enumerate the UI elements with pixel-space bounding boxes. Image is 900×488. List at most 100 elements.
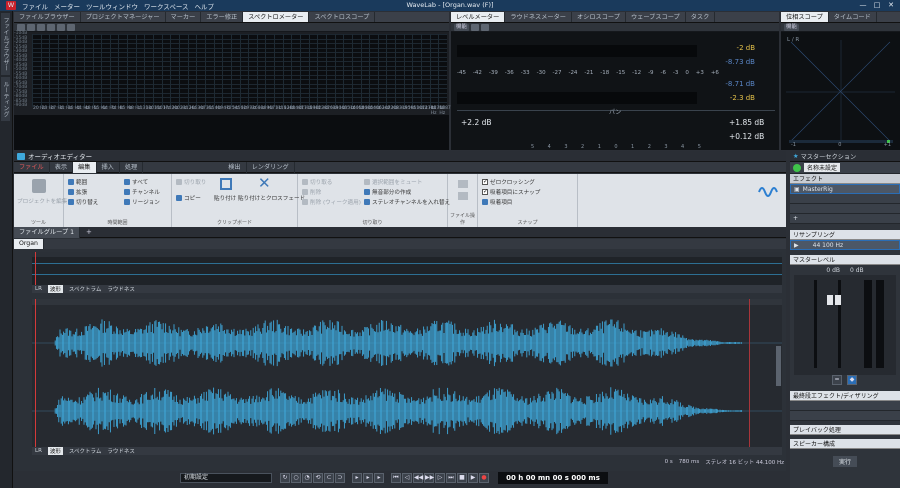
copy-button[interactable]: コピー [184,194,201,202]
play-to-icon[interactable]: ▸ [374,473,384,483]
paste-crossfade-button[interactable]: 貼り付けとクロスフェード [238,194,305,202]
main-tab-loudness[interactable]: ラウドネス [107,447,135,455]
final-effects-header[interactable]: 最終段エフェクト/ディザリング [790,391,900,401]
left-tab-routing[interactable]: ルーティング [1,77,10,121]
play-from-icon[interactable]: ▸ [363,473,373,483]
time-display[interactable]: 00 h 00 mn 00 s 000 ms [498,472,608,484]
refresh-icon[interactable] [37,23,45,31]
wavelab-logo-icon[interactable]: W [6,1,16,10]
file-op-icon-2[interactable] [458,192,468,200]
goto-end-icon[interactable]: ⏭ [446,473,456,483]
camera-icon[interactable] [57,23,65,31]
effects-header[interactable]: エフェクト [790,174,900,184]
ribbon-tab-analyze[interactable]: 検出 [223,161,247,173]
overview-lr[interactable]: LR [35,286,42,292]
goto-start-icon[interactable]: ⏮ [391,473,401,483]
file-group-tab[interactable]: ファイルグループ 1 [14,226,81,238]
main-tab-spectrum[interactable]: スペクトラム [69,447,101,455]
prev-marker-icon[interactable]: ◁ [402,473,412,483]
tab-loudness-meter[interactable]: ラウドネスメーター [505,12,572,22]
render-button[interactable]: 実行 [832,455,857,467]
check-icon[interactable] [471,23,480,31]
forward-icon[interactable]: ▶▶ [424,473,434,483]
stop-icon[interactable]: ■ [457,473,467,483]
menu-file[interactable]: ファイル [22,1,48,11]
snap-checkbox[interactable] [482,188,488,195]
status-zoom[interactable]: 780 ms [679,459,699,465]
toggle-button[interactable]: 切り替え [76,198,98,206]
ribbon-tab-render[interactable]: レンダリング [247,161,295,173]
overview-tab-spectrum[interactable]: スペクトラム [69,285,101,293]
delete-button[interactable]: 削除 [310,188,321,196]
pre-roll-icon[interactable]: ⊂ [324,473,334,483]
play-icon[interactable] [47,23,55,31]
post-roll-icon[interactable]: ⊃ [335,473,345,483]
phase-function-button[interactable]: 機能 [784,23,800,31]
play-icon[interactable]: ▶ [468,473,478,483]
maximize-button[interactable]: □ [870,0,884,11]
select-all-button[interactable]: すべて [132,178,148,186]
preset-name[interactable]: 名称未設定 [804,163,841,172]
check-icon[interactable] [27,23,35,31]
tab-spectroscope[interactable]: スペクトロスコープ [309,12,376,22]
tab-file-browser[interactable]: ファイルブラウザー [14,12,81,22]
waveform-display[interactable] [32,307,782,447]
play-range-icon[interactable]: ▸ [352,473,362,483]
tab-phase-scope[interactable]: 位相スコープ [781,12,829,22]
ribbon-tab-file[interactable]: ファイル [14,161,50,173]
tab-wavescope[interactable]: ウェーブスコープ [626,12,686,22]
function-button[interactable]: 機能 [454,23,470,31]
region-button[interactable]: リージョン [132,198,160,206]
fader-left[interactable] [827,295,833,305]
swap-channels-button[interactable]: ステレオチャンネルを入れ替え [372,198,450,206]
create-silence-button[interactable]: 無音部分の作成 [372,188,411,196]
ribbon-tab-insert[interactable]: 挿入 [97,161,120,173]
play-cursor[interactable] [35,299,36,447]
menu-meter[interactable]: メーター [54,1,80,11]
edit-project-button[interactable]: プロジェクトを編集 [17,197,67,205]
power-icon[interactable] [793,163,801,172]
overview-tab-loudness[interactable]: ラウドネス [107,285,135,293]
plugin-masterrig[interactable]: MasterRig [803,186,833,193]
loop-icon[interactable]: ↻ [280,473,290,483]
tab-timecode[interactable]: タイムコード [829,12,877,22]
file-tab-organ[interactable]: Organ [14,239,44,249]
overview-tab-waveform[interactable]: 波形 [47,285,63,293]
extend-button[interactable]: 拡張 [76,188,87,196]
close-button[interactable]: ✕ [884,0,898,11]
transport-preset-select[interactable]: 初期設定 [180,473,272,483]
record-mode-icon[interactable]: ◔ [302,473,312,483]
add-plugin-button[interactable]: + [790,214,900,224]
ribbon-tab-edit[interactable]: 編集 [73,161,97,173]
tab-error-correction[interactable]: エラー修正 [201,12,244,22]
trim-button[interactable]: 切り取る [310,178,332,186]
cut-button[interactable]: 切り取り [184,178,206,186]
playback-header[interactable]: プレイバック処理 [790,425,900,435]
lock-icon[interactable]: ◆ [847,375,857,385]
tab-marker[interactable]: マーカー [166,12,202,22]
minimize-button[interactable]: — [856,0,870,11]
range-button[interactable]: 範囲 [76,178,87,186]
refresh-icon[interactable] [481,23,490,31]
delete-weak-button[interactable]: 削除 (ウィーク適用) [310,198,361,206]
tab-oscilloscope[interactable]: オシロスコープ [572,12,626,22]
tab-project-manager[interactable]: プロジェクトマネージャー [81,12,166,22]
link-icon[interactable]: = [832,375,842,385]
rewind-icon[interactable]: ◀◀ [413,473,423,483]
vertical-scrollbar[interactable] [776,346,781,386]
record-icon[interactable]: ● [479,473,489,483]
zero-crossing-checkbox[interactable] [482,178,488,185]
menu-workspace[interactable]: ワークスペース [144,1,189,11]
main-lr[interactable]: LR [35,448,42,454]
settings-icon[interactable] [17,23,25,31]
copy-icon[interactable] [67,23,75,31]
repeat-icon[interactable]: ⟲ [313,473,323,483]
tab-task[interactable]: タスク [686,12,716,22]
main-tab-waveform[interactable]: 波形 [47,447,63,455]
snap-items-button[interactable]: 吸着項目 [490,198,512,206]
fader-right[interactable] [835,295,841,305]
stop-all-icon[interactable]: ○ [291,473,301,483]
file-op-icon[interactable] [458,180,468,188]
left-tab-file-browser[interactable]: ファイルブラウザー [1,13,10,75]
resampling-header[interactable]: リサンプリング [790,230,900,240]
